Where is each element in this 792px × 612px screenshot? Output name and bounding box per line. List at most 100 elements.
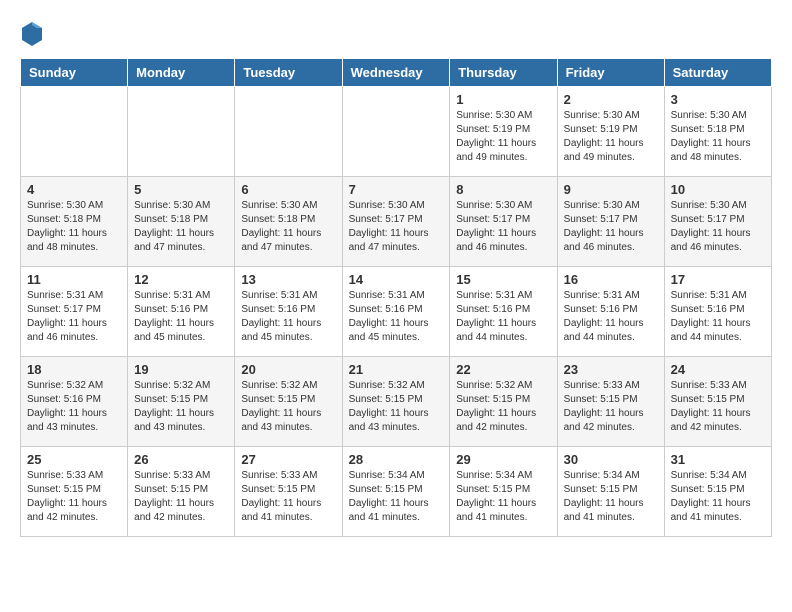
calendar-cell: 2 Sunrise: 5:30 AM Sunset: 5:19 PM Daylig… <box>557 87 664 177</box>
day-number: 16 <box>564 272 658 287</box>
day-number: 13 <box>241 272 335 287</box>
day-info: Sunrise: 5:30 AM Sunset: 5:18 PM Dayligh… <box>27 199 121 255</box>
calendar-cell: 23 Sunrise: 5:33 AM Sunset: 5:15 PM Dayli… <box>557 357 664 447</box>
day-info: Sunrise: 5:30 AM Sunset: 5:18 PM Dayligh… <box>134 199 228 255</box>
calendar-week-row: 4 Sunrise: 5:30 AM Sunset: 5:18 PM Daylig… <box>21 177 772 267</box>
calendar-cell: 26 Sunrise: 5:33 AM Sunset: 5:15 PM Dayli… <box>128 447 235 537</box>
day-info: Sunrise: 5:33 AM Sunset: 5:15 PM Dayligh… <box>134 469 228 525</box>
calendar-cell: 19 Sunrise: 5:32 AM Sunset: 5:15 PM Dayli… <box>128 357 235 447</box>
day-info: Sunrise: 5:32 AM Sunset: 5:15 PM Dayligh… <box>134 379 228 435</box>
calendar-cell <box>235 87 342 177</box>
calendar-cell: 22 Sunrise: 5:32 AM Sunset: 5:15 PM Dayli… <box>450 357 557 447</box>
day-number: 2 <box>564 92 658 107</box>
calendar-week-row: 25Sunrise: 5:33 AM Sunset: 5:15 PM Dayli… <box>21 447 772 537</box>
day-info: Sunrise: 5:34 AM Sunset: 5:15 PM Dayligh… <box>349 469 444 525</box>
day-info: Sunrise: 5:31 AM Sunset: 5:16 PM Dayligh… <box>349 289 444 345</box>
day-number: 4 <box>27 182 121 197</box>
calendar-cell: 11 Sunrise: 5:31 AM Sunset: 5:17 PM Dayli… <box>21 267 128 357</box>
logo <box>20 20 48 48</box>
day-info: Sunrise: 5:30 AM Sunset: 5:18 PM Dayligh… <box>671 109 765 165</box>
day-info: Sunrise: 5:30 AM Sunset: 5:18 PM Dayligh… <box>241 199 335 255</box>
day-number: 26 <box>134 452 228 467</box>
day-number: 28 <box>349 452 444 467</box>
calendar-cell: 9 Sunrise: 5:30 AM Sunset: 5:17 PM Daylig… <box>557 177 664 267</box>
day-number: 29 <box>456 452 550 467</box>
day-info: Sunrise: 5:31 AM Sunset: 5:16 PM Dayligh… <box>241 289 335 345</box>
calendar-cell: 18Sunrise: 5:32 AM Sunset: 5:16 PM Dayli… <box>21 357 128 447</box>
logo-icon <box>20 20 44 48</box>
day-number: 22 <box>456 362 550 377</box>
day-number: 30 <box>564 452 658 467</box>
day-info: Sunrise: 5:33 AM Sunset: 5:15 PM Dayligh… <box>241 469 335 525</box>
calendar-cell: 4 Sunrise: 5:30 AM Sunset: 5:18 PM Daylig… <box>21 177 128 267</box>
calendar-cell: 30Sunrise: 5:34 AM Sunset: 5:15 PM Dayli… <box>557 447 664 537</box>
calendar-cell: 20Sunrise: 5:32 AM Sunset: 5:15 PM Dayli… <box>235 357 342 447</box>
day-number: 11 <box>27 272 121 287</box>
day-info: Sunrise: 5:31 AM Sunset: 5:17 PM Dayligh… <box>27 289 121 345</box>
day-header-sunday: Sunday <box>21 59 128 87</box>
day-info: Sunrise: 5:30 AM Sunset: 5:19 PM Dayligh… <box>564 109 658 165</box>
day-info: Sunrise: 5:32 AM Sunset: 5:15 PM Dayligh… <box>241 379 335 435</box>
calendar-cell: 8 Sunrise: 5:30 AM Sunset: 5:17 PM Daylig… <box>450 177 557 267</box>
day-header-wednesday: Wednesday <box>342 59 450 87</box>
calendar-cell: 6 Sunrise: 5:30 AM Sunset: 5:18 PM Daylig… <box>235 177 342 267</box>
day-info: Sunrise: 5:30 AM Sunset: 5:19 PM Dayligh… <box>456 109 550 165</box>
day-info: Sunrise: 5:34 AM Sunset: 5:15 PM Dayligh… <box>456 469 550 525</box>
calendar-cell: 31 Sunrise: 5:34 AM Sunset: 5:15 PM Dayli… <box>664 447 771 537</box>
day-info: Sunrise: 5:33 AM Sunset: 5:15 PM Dayligh… <box>27 469 121 525</box>
calendar-cell: 3 Sunrise: 5:30 AM Sunset: 5:18 PM Daylig… <box>664 87 771 177</box>
day-info: Sunrise: 5:31 AM Sunset: 5:16 PM Dayligh… <box>671 289 765 345</box>
calendar: SundayMondayTuesdayWednesdayThursdayFrid… <box>20 58 772 537</box>
day-info: Sunrise: 5:30 AM Sunset: 5:17 PM Dayligh… <box>349 199 444 255</box>
day-info: Sunrise: 5:34 AM Sunset: 5:15 PM Dayligh… <box>671 469 765 525</box>
day-info: Sunrise: 5:33 AM Sunset: 5:15 PM Dayligh… <box>671 379 765 435</box>
calendar-cell: 1 Sunrise: 5:30 AM Sunset: 5:19 PM Daylig… <box>450 87 557 177</box>
day-header-friday: Friday <box>557 59 664 87</box>
calendar-cell: 14Sunrise: 5:31 AM Sunset: 5:16 PM Dayli… <box>342 267 450 357</box>
day-number: 5 <box>134 182 228 197</box>
calendar-cell <box>21 87 128 177</box>
calendar-cell: 5 Sunrise: 5:30 AM Sunset: 5:18 PM Daylig… <box>128 177 235 267</box>
day-number: 31 <box>671 452 765 467</box>
day-info: Sunrise: 5:30 AM Sunset: 5:17 PM Dayligh… <box>671 199 765 255</box>
calendar-week-row: 18Sunrise: 5:32 AM Sunset: 5:16 PM Dayli… <box>21 357 772 447</box>
day-number: 8 <box>456 182 550 197</box>
page-header <box>20 20 772 48</box>
calendar-cell: 12 Sunrise: 5:31 AM Sunset: 5:16 PM Dayli… <box>128 267 235 357</box>
calendar-cell <box>342 87 450 177</box>
day-info: Sunrise: 5:32 AM Sunset: 5:15 PM Dayligh… <box>456 379 550 435</box>
day-number: 19 <box>134 362 228 377</box>
day-info: Sunrise: 5:31 AM Sunset: 5:16 PM Dayligh… <box>134 289 228 345</box>
day-number: 7 <box>349 182 444 197</box>
day-number: 23 <box>564 362 658 377</box>
day-info: Sunrise: 5:31 AM Sunset: 5:16 PM Dayligh… <box>456 289 550 345</box>
day-number: 3 <box>671 92 765 107</box>
day-info: Sunrise: 5:31 AM Sunset: 5:16 PM Dayligh… <box>564 289 658 345</box>
calendar-cell: 17Sunrise: 5:31 AM Sunset: 5:16 PM Dayli… <box>664 267 771 357</box>
calendar-cell: 24 Sunrise: 5:33 AM Sunset: 5:15 PM Dayli… <box>664 357 771 447</box>
calendar-cell <box>128 87 235 177</box>
day-header-saturday: Saturday <box>664 59 771 87</box>
day-number: 27 <box>241 452 335 467</box>
calendar-week-row: 11 Sunrise: 5:31 AM Sunset: 5:17 PM Dayli… <box>21 267 772 357</box>
day-header-tuesday: Tuesday <box>235 59 342 87</box>
day-header-thursday: Thursday <box>450 59 557 87</box>
calendar-cell: 10Sunrise: 5:30 AM Sunset: 5:17 PM Dayli… <box>664 177 771 267</box>
day-number: 21 <box>349 362 444 377</box>
calendar-cell: 29 Sunrise: 5:34 AM Sunset: 5:15 PM Dayli… <box>450 447 557 537</box>
day-number: 12 <box>134 272 228 287</box>
day-number: 6 <box>241 182 335 197</box>
calendar-cell: 21Sunrise: 5:32 AM Sunset: 5:15 PM Dayli… <box>342 357 450 447</box>
day-header-monday: Monday <box>128 59 235 87</box>
day-info: Sunrise: 5:30 AM Sunset: 5:17 PM Dayligh… <box>456 199 550 255</box>
day-number: 9 <box>564 182 658 197</box>
day-info: Sunrise: 5:30 AM Sunset: 5:17 PM Dayligh… <box>564 199 658 255</box>
calendar-cell: 13 Sunrise: 5:31 AM Sunset: 5:16 PM Dayli… <box>235 267 342 357</box>
day-number: 15 <box>456 272 550 287</box>
day-number: 24 <box>671 362 765 377</box>
day-info: Sunrise: 5:33 AM Sunset: 5:15 PM Dayligh… <box>564 379 658 435</box>
calendar-cell: 25Sunrise: 5:33 AM Sunset: 5:15 PM Dayli… <box>21 447 128 537</box>
calendar-cell: 15 Sunrise: 5:31 AM Sunset: 5:16 PM Dayli… <box>450 267 557 357</box>
day-number: 1 <box>456 92 550 107</box>
calendar-cell: 16 Sunrise: 5:31 AM Sunset: 5:16 PM Dayli… <box>557 267 664 357</box>
